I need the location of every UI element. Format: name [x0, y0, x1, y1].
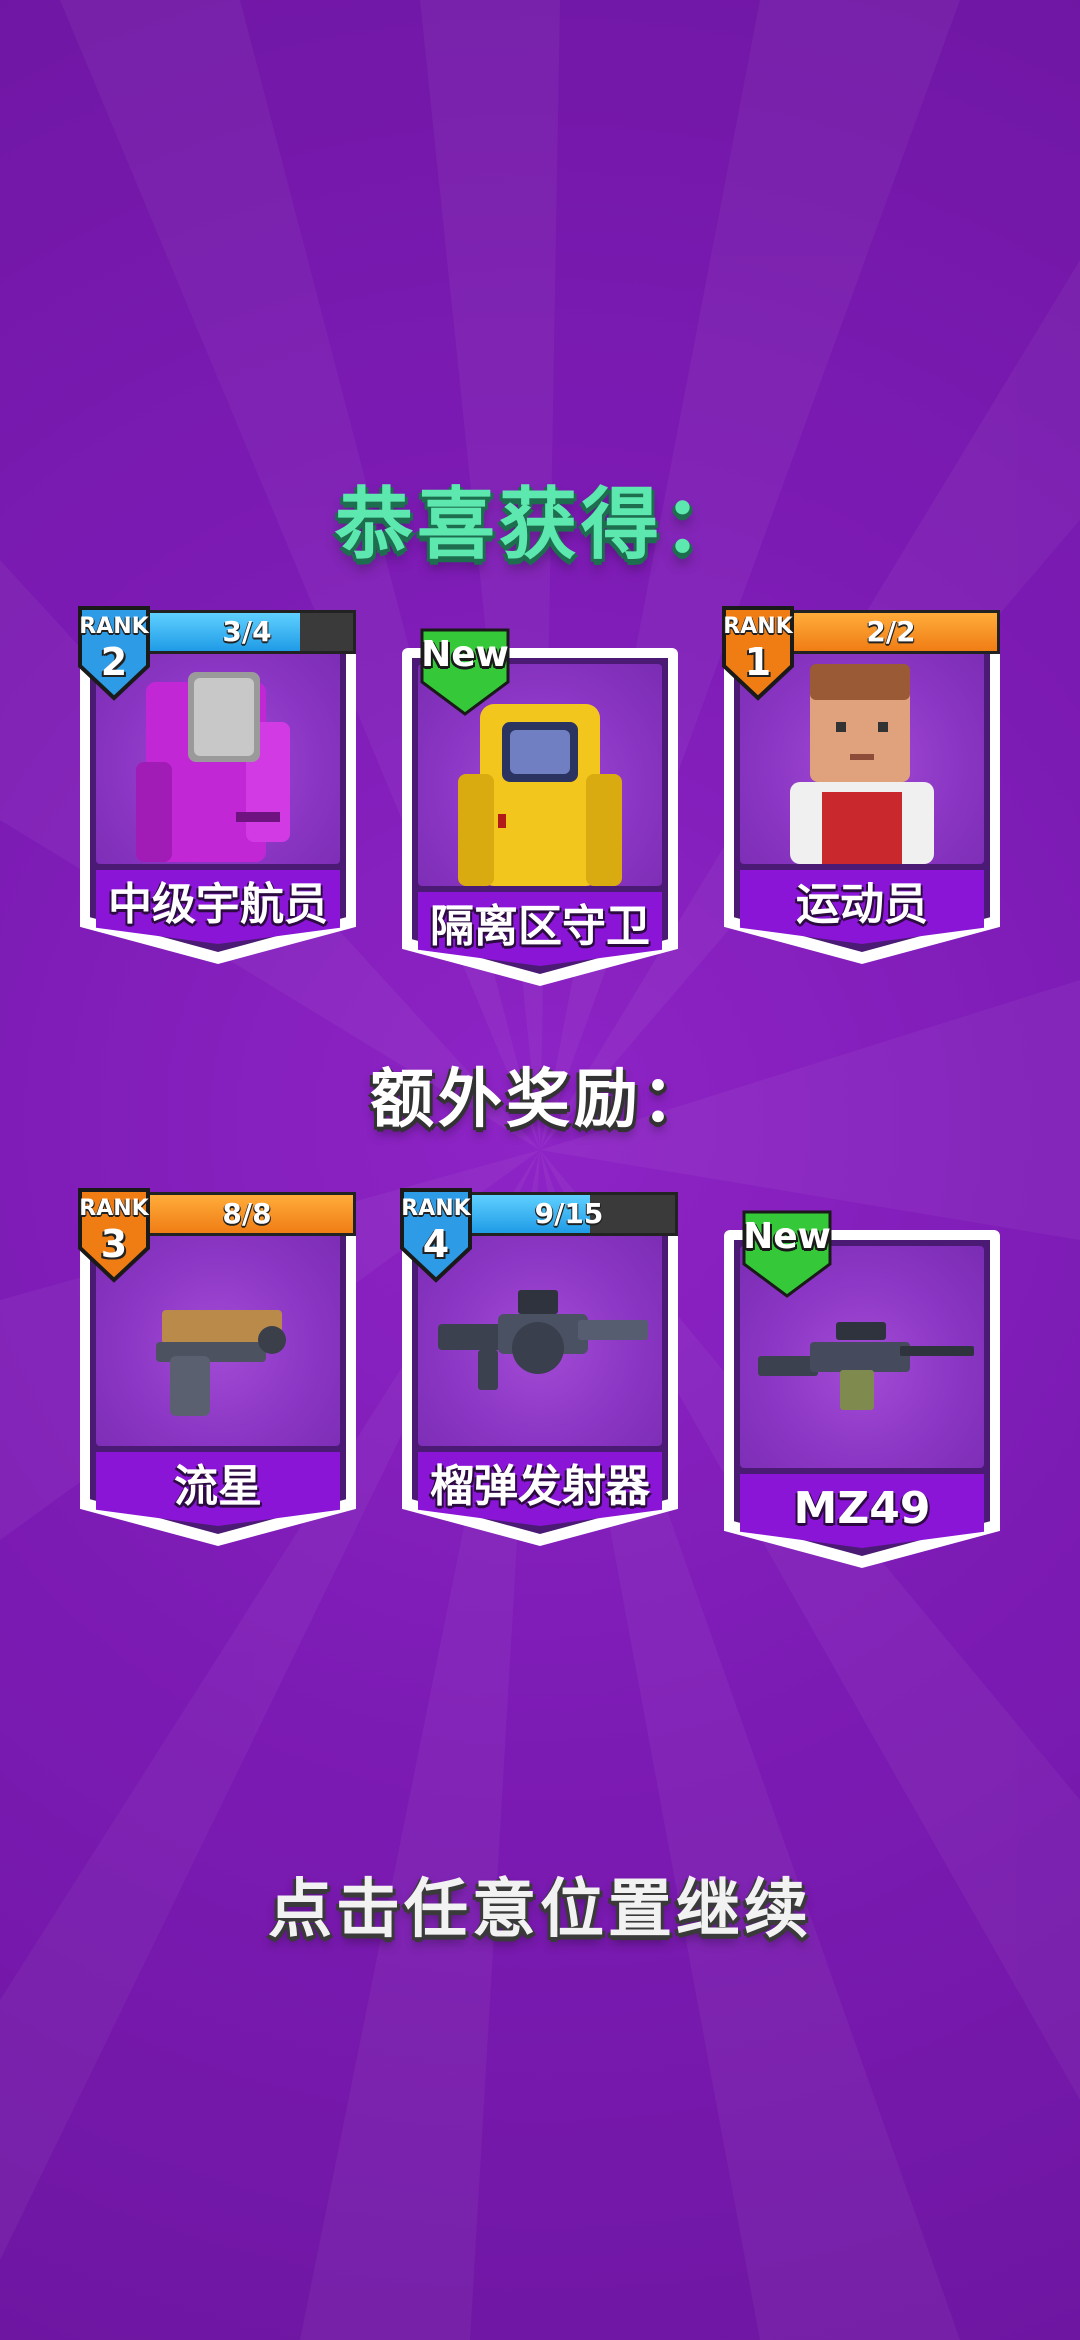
- new-badge: New: [740, 1208, 834, 1302]
- progress-text: 9/15: [534, 1197, 604, 1230]
- rank-number: 3: [100, 1222, 128, 1266]
- progress-bar: 8/8: [138, 1192, 356, 1236]
- rank-badge: RANK 2: [74, 604, 154, 702]
- progress-bar: 9/15: [460, 1192, 678, 1236]
- progress-text: 8/8: [222, 1197, 272, 1230]
- new-badge: New: [418, 626, 512, 720]
- page-title: 恭喜获得：: [334, 480, 745, 570]
- reward-card-astronaut[interactable]: 中级宇航员 3/4 RANK 2: [78, 604, 356, 964]
- rank-number: 1: [744, 640, 772, 684]
- progress-bar: 3/4: [138, 610, 356, 654]
- reward-card-mz49[interactable]: MZ49 New: [724, 1208, 1000, 1568]
- reward-card-pistol[interactable]: 流星 8/8 RANK 3: [78, 1186, 356, 1546]
- rank-label: RANK: [401, 1196, 471, 1221]
- rank-label: RANK: [79, 1196, 149, 1221]
- background-rays: [0, 0, 1080, 2340]
- progress-text: 3/4: [222, 615, 272, 648]
- rank-label: RANK: [79, 614, 149, 639]
- progress-text: 2/2: [866, 615, 916, 648]
- rank-number: 2: [100, 640, 128, 684]
- reward-card-grenade-launcher[interactable]: 榴弹发射器 9/15 RANK 4: [400, 1186, 678, 1546]
- reward-card-hazmat[interactable]: 隔离区守卫 New: [402, 626, 678, 986]
- progress-bar: 2/2: [782, 610, 1000, 654]
- reward-card-athlete[interactable]: 运动员 2/2 RANK 1: [722, 604, 1000, 964]
- new-label: New: [743, 1216, 831, 1257]
- rank-label: RANK: [723, 614, 793, 639]
- new-label: New: [421, 634, 509, 675]
- tap-to-continue-text[interactable]: 点击任意位置继续: [0, 1858, 1080, 1950]
- bonus-title: 额外奖励：: [370, 1063, 710, 1137]
- rank-badge: RANK 3: [74, 1186, 154, 1284]
- rank-badge: RANK 4: [396, 1186, 476, 1284]
- rank-number: 4: [422, 1222, 450, 1266]
- rank-badge: RANK 1: [718, 604, 798, 702]
